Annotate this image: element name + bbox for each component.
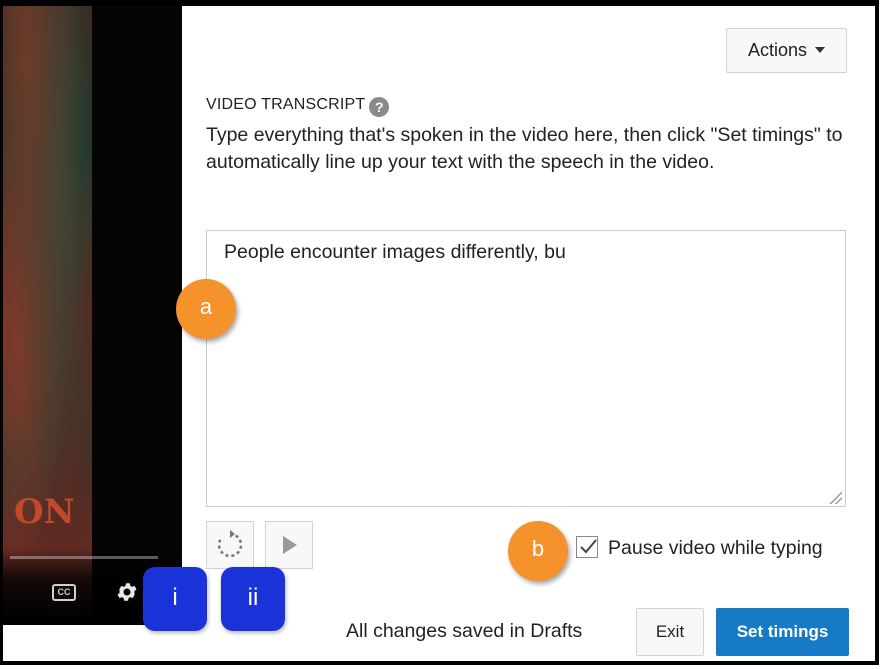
- annotation-marker-a: a: [176, 279, 236, 339]
- annotation-marker-b: b: [508, 521, 568, 581]
- refresh-icon: [217, 530, 243, 558]
- video-overlay-text: ON: [14, 492, 75, 532]
- set-timings-button[interactable]: Set timings: [716, 608, 849, 656]
- video-player[interactable]: ON CC: [0, 0, 182, 625]
- gear-icon[interactable]: [115, 580, 139, 604]
- actions-dropdown-button[interactable]: Actions: [726, 28, 847, 73]
- resize-handle-icon[interactable]: [828, 490, 842, 504]
- play-icon: [283, 536, 297, 554]
- refresh-button[interactable]: [206, 521, 254, 569]
- checkmark-icon: [580, 539, 597, 554]
- transcript-instructions: Type everything that's spoken in the vid…: [206, 124, 843, 173]
- actions-label: Actions: [747, 40, 808, 60]
- exit-button[interactable]: Exit: [636, 608, 704, 656]
- save-status-text: All changes saved in Drafts: [346, 620, 583, 642]
- pause-video-checkbox[interactable]: [576, 536, 598, 558]
- annotation-marker-i: i: [143, 567, 207, 631]
- caret-down-icon: [815, 47, 826, 53]
- section-title: VIDEO TRANSCRIPT?: [206, 96, 390, 117]
- video-letterbox: [92, 0, 182, 625]
- section-title-text: VIDEO TRANSCRIPT: [206, 96, 366, 113]
- transcript-textarea[interactable]: People encounter images differently, bu: [206, 230, 846, 507]
- pause-video-label[interactable]: Pause video while typing: [608, 537, 823, 560]
- progress-bar[interactable]: [10, 556, 158, 559]
- video-frame-image: ON: [0, 0, 92, 625]
- play-button[interactable]: [265, 521, 313, 569]
- cc-icon[interactable]: CC: [52, 584, 76, 601]
- annotation-marker-ii: ii: [221, 567, 285, 631]
- help-icon[interactable]: ?: [369, 97, 390, 117]
